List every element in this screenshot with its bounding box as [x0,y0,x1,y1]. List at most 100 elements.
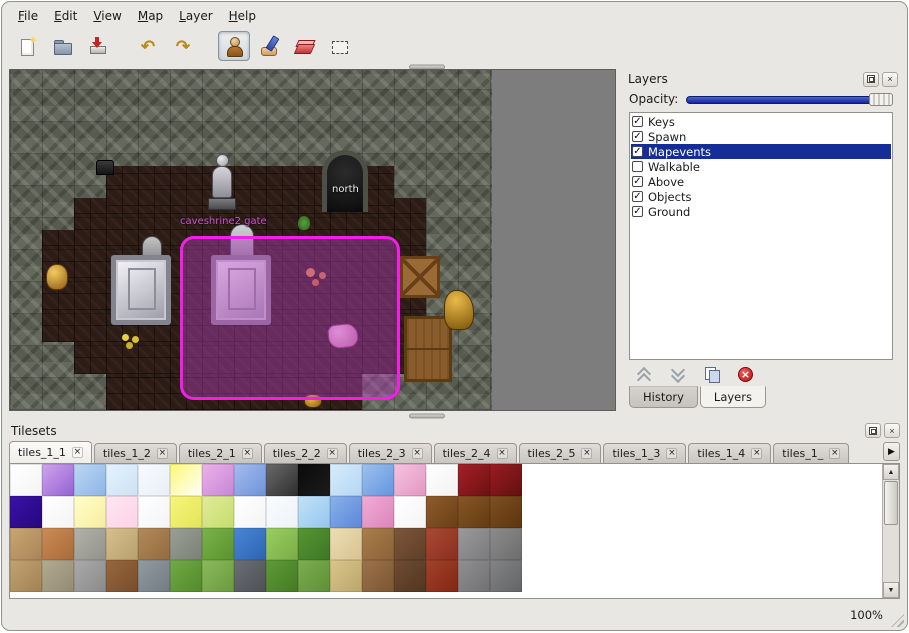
tab-close-icon[interactable]: × [72,447,83,458]
tileset-tile[interactable] [202,528,234,560]
tileset-tile[interactable] [426,528,458,560]
tileset-tile[interactable] [10,528,42,560]
new-file-button[interactable] [11,31,43,61]
tileset-tile[interactable] [362,560,394,592]
float-panel-button[interactable] [865,423,881,438]
tileset-tile[interactable] [234,528,266,560]
close-panel-button[interactable]: × [882,72,898,87]
layer-row-keys[interactable]: ✓Keys [631,114,891,129]
layer-visible-checkbox[interactable] [632,161,643,172]
menu-layer[interactable]: Layer [171,6,220,26]
tileset-tile[interactable] [42,496,74,528]
layer-row-walkable[interactable]: Walkable [631,159,891,174]
tileset-tile[interactable] [330,496,362,528]
raise-layer-icon[interactable] [636,367,652,382]
tileset-tile[interactable] [490,496,522,528]
tab-layers[interactable]: Layers [700,386,766,408]
tileset-tile[interactable] [138,560,170,592]
delete-layer-icon[interactable] [738,367,753,382]
tileset-tile[interactable] [394,496,426,528]
scroll-up-button[interactable]: ▲ [883,464,899,480]
tileset-tile[interactable] [458,464,490,496]
tileset-tile[interactable] [266,560,298,592]
tileset-tab-tiles_1_4[interactable]: tiles_1_4× [688,443,771,463]
tileset-tile[interactable] [298,560,330,592]
tileset-tile[interactable] [330,464,362,496]
tileset-tile[interactable] [362,496,394,528]
tileset-tile[interactable] [426,464,458,496]
menu-view[interactable]: View [85,6,129,26]
tab-close-icon[interactable]: × [327,448,338,459]
tileset-tab-tiles_1_1[interactable]: tiles_1_1× [9,441,92,463]
tab-close-icon[interactable]: × [157,448,168,459]
tileset-tile[interactable] [10,560,42,592]
resize-grip[interactable] [891,614,904,627]
tileset-tile[interactable] [362,528,394,560]
tileset-tile[interactable] [74,496,106,528]
tileset-tile[interactable] [394,560,426,592]
tileset-tab-tiles_2_2[interactable]: tiles_2_2× [264,443,347,463]
tileset-tile[interactable] [42,528,74,560]
tileset-tile[interactable] [42,464,74,496]
menu-help[interactable]: Help [221,6,264,26]
layer-row-above[interactable]: ✓Above [631,174,891,189]
tilesets-splitter[interactable] [2,411,907,421]
lower-layer-icon[interactable] [670,367,686,382]
layer-visible-checkbox[interactable]: ✓ [632,206,643,217]
tileset-tile[interactable] [74,560,106,592]
tileset-tile[interactable] [490,464,522,496]
tileset-tab-tiles_1_[interactable]: tiles_1_× [773,443,849,463]
character-tool-button[interactable] [218,31,250,61]
layer-row-ground[interactable]: ✓Ground [631,204,891,219]
duplicate-layer-icon[interactable] [704,367,720,382]
tileset-tile[interactable] [458,528,490,560]
tileset-tile[interactable] [10,496,42,528]
tileset-tile[interactable] [138,464,170,496]
layer-visible-checkbox[interactable]: ✓ [632,131,643,142]
redo-button[interactable]: ↷ [167,31,199,61]
menu-map[interactable]: Map [130,6,171,26]
opacity-slider-track[interactable] [686,96,891,104]
tileset-tile[interactable] [266,464,298,496]
eraser-tool-button[interactable] [288,31,320,61]
layer-visible-checkbox[interactable]: ✓ [632,176,643,187]
tileset-tile[interactable] [106,496,138,528]
scroll-down-button[interactable]: ▼ [883,582,899,598]
save-file-button[interactable] [81,31,113,61]
tileset-tile[interactable] [170,496,202,528]
tileset-tile[interactable] [394,464,426,496]
tileset-tile[interactable] [170,464,202,496]
tab-close-icon[interactable]: × [412,448,423,459]
tileset-tab-tiles_2_3[interactable]: tiles_2_3× [349,443,432,463]
tileset-tile[interactable] [266,496,298,528]
float-panel-button[interactable] [863,72,879,87]
tileset-tile[interactable] [298,528,330,560]
tileset-tab-tiles_1_2[interactable]: tiles_1_2× [94,443,177,463]
close-panel-button[interactable]: × [884,423,900,438]
tileset-tile[interactable] [202,496,234,528]
layer-visible-checkbox[interactable]: ✓ [632,146,643,157]
tileset-tile[interactable] [394,528,426,560]
tab-close-icon[interactable]: × [666,448,677,459]
tileset-tab-tiles_2_4[interactable]: tiles_2_4× [434,443,517,463]
tab-close-icon[interactable]: × [751,448,762,459]
opacity-slider-handle[interactable] [869,93,893,106]
tab-close-icon[interactable]: × [242,448,253,459]
tab-close-icon[interactable]: × [829,448,840,459]
menu-file[interactable]: File [10,6,46,26]
tileset-tile[interactable] [458,496,490,528]
tileset-tile[interactable] [170,560,202,592]
tileset-tile[interactable] [298,464,330,496]
tileset-tab-tiles_2_1[interactable]: tiles_2_1× [179,443,262,463]
layer-visible-checkbox[interactable]: ✓ [632,116,643,127]
tileset-tile[interactable] [74,464,106,496]
layer-row-mapevents[interactable]: ✓Mapevents [631,144,891,159]
tileset-tile[interactable] [106,464,138,496]
tileset-tile[interactable] [490,560,522,592]
tileset-tile[interactable] [426,560,458,592]
tileset-tile[interactable] [298,496,330,528]
tab-close-icon[interactable]: × [581,448,592,459]
opacity-slider[interactable] [686,93,893,106]
tileset-tile[interactable] [10,464,42,496]
layer-visible-checkbox[interactable]: ✓ [632,191,643,202]
